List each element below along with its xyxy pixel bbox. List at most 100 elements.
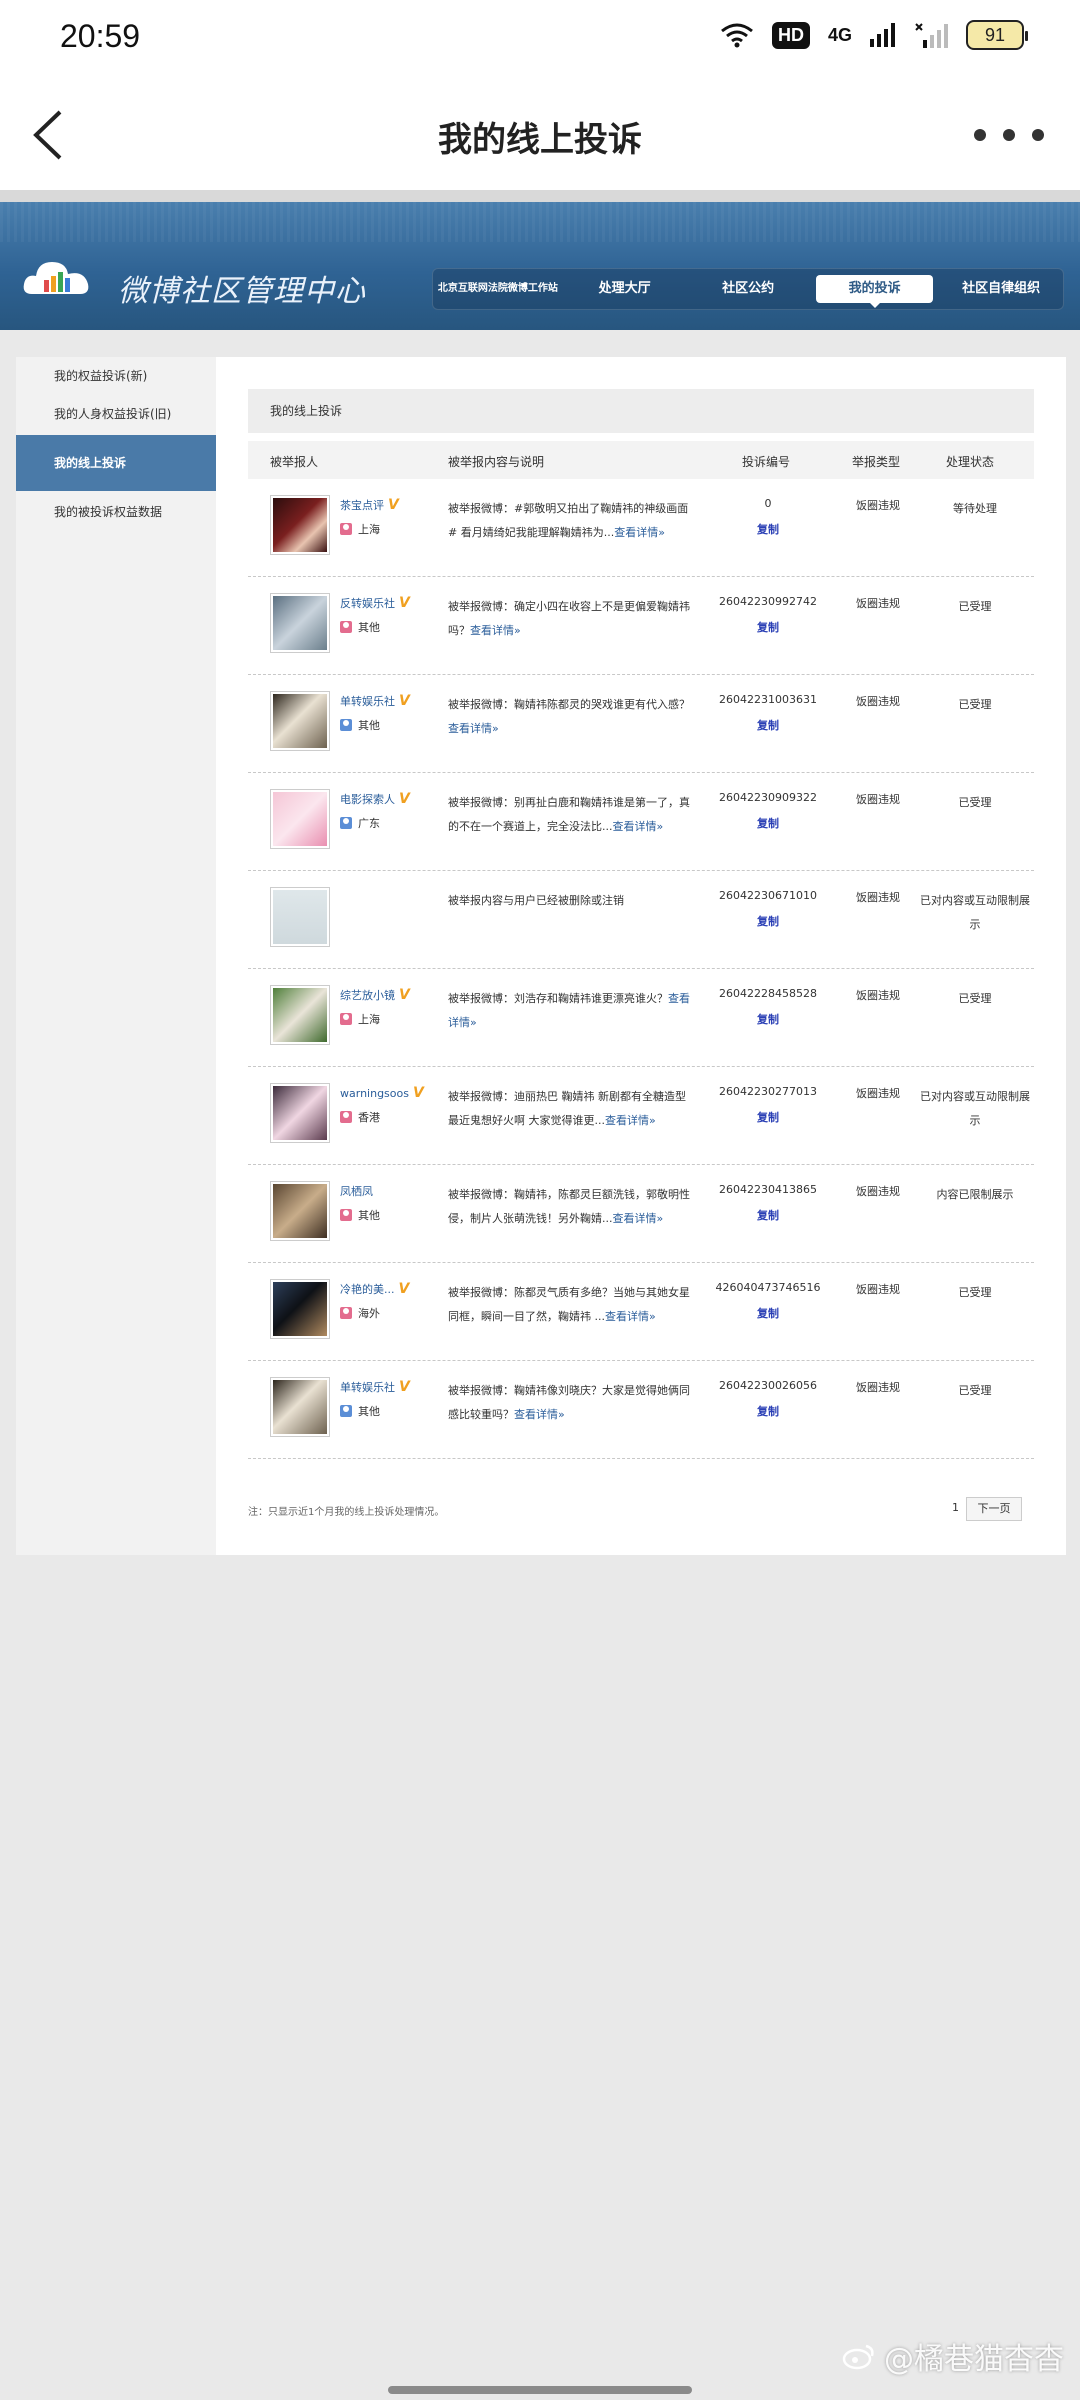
status-time: 20:59: [60, 18, 141, 54]
tab-court-station[interactable]: 北京互联网法院微博工作站: [433, 283, 563, 295]
copy-button[interactable]: 复制: [698, 619, 838, 635]
complaint-id: 26042230413865: [719, 1183, 817, 1196]
avatar[interactable]: [270, 593, 330, 653]
reported-user-link[interactable]: 冷艳的美... V: [340, 1281, 409, 1297]
avatar[interactable]: [270, 985, 330, 1045]
avatar[interactable]: [270, 789, 330, 849]
copy-button[interactable]: 复制: [698, 1109, 838, 1125]
column-header: 被举报人: [270, 455, 319, 469]
table-row: 电影探索人 V 广东 被举报微博：别再扯白鹿和鞠婧祎谁是第一了，真的不在一个赛道上，完…: [248, 773, 1034, 871]
verified-v-icon: V: [399, 693, 410, 709]
copy-button[interactable]: 复制: [698, 1011, 838, 1027]
table-row: 综艺放小镜 V 上海 被举报微博：刘浩存和鞠婧祎谁更漂亮谁火？查看详情» 2604222…: [248, 969, 1034, 1067]
column-header: 举报类型: [852, 455, 901, 469]
reported-user-link[interactable]: 电影探索人 V: [340, 791, 410, 807]
reported-user-name[interactable]: 电影探索人: [340, 793, 395, 806]
avatar[interactable]: [270, 1083, 330, 1143]
reported-user-name[interactable]: 茶宝点评: [340, 499, 384, 512]
tab-community-rules[interactable]: 社区公约: [686, 281, 810, 297]
reported-user-name[interactable]: 单转娱乐社: [340, 695, 395, 708]
sidebar-item-rights-old[interactable]: 我的人身权益投诉(旧): [16, 405, 216, 422]
female-icon: [340, 1013, 352, 1025]
status-badge: 已对内容或互动限制展示: [920, 1090, 1030, 1127]
copy-button[interactable]: 复制: [698, 1207, 838, 1223]
status-badge: 已受理: [958, 698, 992, 711]
status-badge: 已受理: [958, 796, 992, 809]
view-details-link[interactable]: 查看详情»: [514, 1408, 565, 1421]
report-type: 饭圈违规: [856, 793, 900, 806]
status-bar: 20:59 HD 4G 91: [0, 0, 1080, 80]
sidebar-item-complained-data[interactable]: 我的被投诉权益数据: [16, 503, 216, 520]
reported-user-name[interactable]: warningsoos: [340, 1087, 409, 1100]
verified-v-icon: V: [398, 1281, 410, 1297]
avatar[interactable]: [270, 1279, 330, 1339]
view-details-link[interactable]: 查看详情»: [448, 722, 499, 735]
tab-my-complaints[interactable]: 我的投诉: [815, 275, 934, 308]
copy-button[interactable]: 复制: [698, 1305, 838, 1321]
copy-button[interactable]: 复制: [698, 1403, 838, 1419]
reported-user-link[interactable]: 凤栖凤: [340, 1183, 373, 1199]
view-details-link[interactable]: 查看详情»: [605, 1114, 656, 1127]
user-location: 其他: [340, 717, 380, 733]
reported-user-link[interactable]: 单转娱乐社 V: [340, 693, 410, 709]
status-badge: 等待处理: [953, 502, 997, 515]
dot-icon: [1003, 129, 1015, 141]
report-type: 饭圈违规: [856, 989, 900, 1002]
report-description: 被举报内容与用户已经被删除或注销: [448, 889, 694, 913]
reported-user-name[interactable]: 综艺放小镜: [340, 989, 395, 1002]
more-options-button[interactable]: [974, 120, 1044, 150]
reported-user-name[interactable]: 反转娱乐社: [340, 597, 395, 610]
weibo-logo-icon: [842, 2344, 874, 2370]
female-icon: [340, 1307, 352, 1319]
network-type: 4G: [827, 24, 852, 45]
complaint-id: 426040473746516: [715, 1281, 821, 1294]
copy-button[interactable]: 复制: [698, 521, 838, 537]
footer-note: 注：只显示近1个月我的线上投诉处理情况。: [248, 1507, 445, 1518]
cloud-logo-icon: [23, 262, 89, 294]
verified-v-icon: V: [399, 791, 410, 807]
report-description: 被举报微博：迪丽热巴 鞠婧祎 新剧都有全糖造型 最近鬼想好火啊 大家觉得谁更..…: [448, 1085, 694, 1133]
description-text: 被举报微博：鞠婧祎像刘晓庆？大家是觉得她俩同感比较重吗？: [448, 1384, 690, 1421]
report-type: 饭圈违规: [856, 1381, 900, 1394]
avatar[interactable]: [270, 1181, 330, 1241]
main-panel: 我的权益投诉(新) 我的人身权益投诉(旧) 我的线上投诉 我的被投诉权益数据 我…: [16, 357, 1066, 1555]
content-area: 我的线上投诉 被举报人 被举报内容与说明 投诉编号 举报类型 处理状态 茶宝点评…: [248, 389, 1034, 1459]
view-details-link[interactable]: 查看详情»: [470, 624, 521, 637]
status-badge: 内容已限制展示: [936, 1188, 1014, 1201]
avatar[interactable]: [270, 1377, 330, 1437]
page-title: 我的线上投诉: [438, 120, 642, 160]
tab-self-discipline[interactable]: 社区自律组织: [939, 281, 1063, 297]
reported-user-name[interactable]: 凤栖凤: [340, 1185, 373, 1198]
reported-user-name[interactable]: 单转娱乐社: [340, 1381, 395, 1394]
dot-icon: [974, 129, 986, 141]
avatar[interactable]: [270, 887, 330, 947]
avatar[interactable]: [270, 495, 330, 555]
avatar[interactable]: [270, 691, 330, 751]
reported-user-link[interactable]: 茶宝点评 V: [340, 497, 399, 513]
view-details-link[interactable]: 查看详情»: [614, 526, 665, 539]
view-details-link[interactable]: 查看详情»: [613, 1212, 664, 1225]
tab-processing-hall[interactable]: 处理大厅: [563, 281, 687, 297]
next-page-button[interactable]: 下一页: [966, 1497, 1022, 1521]
copy-button[interactable]: 复制: [698, 717, 838, 733]
page-number[interactable]: 1: [952, 1501, 959, 1514]
reported-user-link[interactable]: 反转娱乐社 V: [340, 595, 410, 611]
column-header: 处理状态: [946, 455, 995, 469]
reported-user-link[interactable]: 单转娱乐社 V: [340, 1379, 410, 1395]
view-details-link[interactable]: 查看详情»: [613, 820, 664, 833]
verified-v-icon: V: [399, 595, 410, 611]
copy-button[interactable]: 复制: [698, 913, 838, 929]
complaint-id: 26042231003631: [719, 693, 817, 706]
sidebar-item-rights-new[interactable]: 我的权益投诉(新): [16, 367, 216, 384]
sidebar-item-online-complaints[interactable]: 我的线上投诉: [16, 435, 216, 491]
verified-v-icon: V: [399, 1379, 410, 1395]
verified-v-icon: V: [388, 497, 399, 513]
reported-user-link[interactable]: warningsoos V: [340, 1085, 424, 1101]
home-indicator[interactable]: [388, 2386, 692, 2394]
watermark-text: @橘巷猫杳杳: [884, 2342, 1064, 2377]
reported-user-name[interactable]: 冷艳的美...: [340, 1283, 395, 1296]
view-details-link[interactable]: 查看详情»: [605, 1310, 656, 1323]
signal-icon: [870, 23, 895, 47]
reported-user-link[interactable]: 综艺放小镜 V: [340, 987, 410, 1003]
copy-button[interactable]: 复制: [698, 815, 838, 831]
